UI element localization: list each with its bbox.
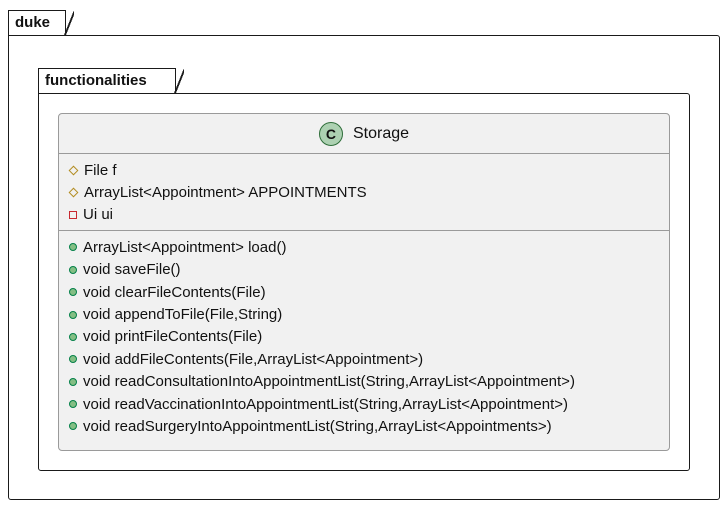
- field-text: ArrayList<Appointment> APPOINTMENTS: [84, 184, 367, 202]
- method-text: void printFileContents(File): [83, 328, 263, 346]
- field-row: Ui ui: [59, 204, 669, 226]
- method-text: void readSurgeryIntoAppointmentList(Stri…: [83, 417, 552, 435]
- field-row: ArrayList<Appointment> APPOINTMENTS: [59, 181, 669, 203]
- public-visibility-icon: [69, 288, 77, 297]
- public-visibility-icon: [69, 243, 77, 252]
- class-storage[interactable]: C Storage File f ArrayList<Appointment> …: [58, 113, 670, 451]
- class-badge-letter: C: [325, 125, 337, 142]
- method-text: void saveFile(): [83, 261, 181, 279]
- method-text: void clearFileContents(File): [83, 283, 266, 301]
- method-row: void clearFileContents(File): [59, 281, 669, 303]
- method-text: void addFileContents(File,ArrayList<Appo…: [83, 350, 424, 368]
- fields-section: File f ArrayList<Appointment> APPOINTMEN…: [59, 154, 669, 232]
- field-text: Ui ui: [83, 206, 114, 224]
- public-visibility-icon: [69, 310, 77, 319]
- public-visibility-icon: [69, 400, 77, 409]
- package-tab-duke: duke: [8, 10, 74, 36]
- method-row: void appendToFile(File,String): [59, 303, 669, 325]
- public-visibility-icon: [69, 422, 77, 431]
- package-name: functionalities: [45, 72, 147, 89]
- field-row: File f: [59, 159, 669, 181]
- protected-visibility-icon: [68, 187, 79, 198]
- method-row: void readVaccinationIntoAppointmentList(…: [59, 393, 669, 415]
- field-text: File f: [84, 161, 117, 179]
- method-row: void saveFile(): [59, 259, 669, 281]
- public-visibility-icon: [69, 355, 77, 364]
- method-text: void readConsultationIntoAppointmentList…: [83, 373, 575, 391]
- public-visibility-icon: [69, 265, 77, 274]
- method-row: void addFileContents(File,ArrayList<Appo…: [59, 348, 669, 370]
- method-text: void appendToFile(File,String): [83, 306, 283, 324]
- methods-section: ArrayList<Appointment> load() void saveF…: [59, 231, 669, 438]
- package-name: duke: [15, 14, 51, 31]
- class-name: Storage: [352, 124, 410, 142]
- method-text: ArrayList<Appointment> load(): [83, 238, 287, 256]
- class-badge-icon: C: [318, 121, 343, 146]
- public-visibility-icon: [69, 332, 77, 341]
- package-tab-functionalities: functionalities: [38, 68, 184, 94]
- protected-visibility-icon: [68, 165, 79, 176]
- method-row: void readSurgeryIntoAppointmentList(Stri…: [59, 415, 669, 437]
- private-visibility-icon: [69, 210, 77, 219]
- method-row: void printFileContents(File): [59, 326, 669, 348]
- method-row: void readConsultationIntoAppointmentList…: [59, 371, 669, 393]
- method-row: ArrayList<Appointment> load(): [59, 236, 669, 258]
- public-visibility-icon: [69, 377, 77, 386]
- class-header: C Storage: [59, 114, 669, 154]
- method-text: void readVaccinationIntoAppointmentList(…: [83, 395, 568, 413]
